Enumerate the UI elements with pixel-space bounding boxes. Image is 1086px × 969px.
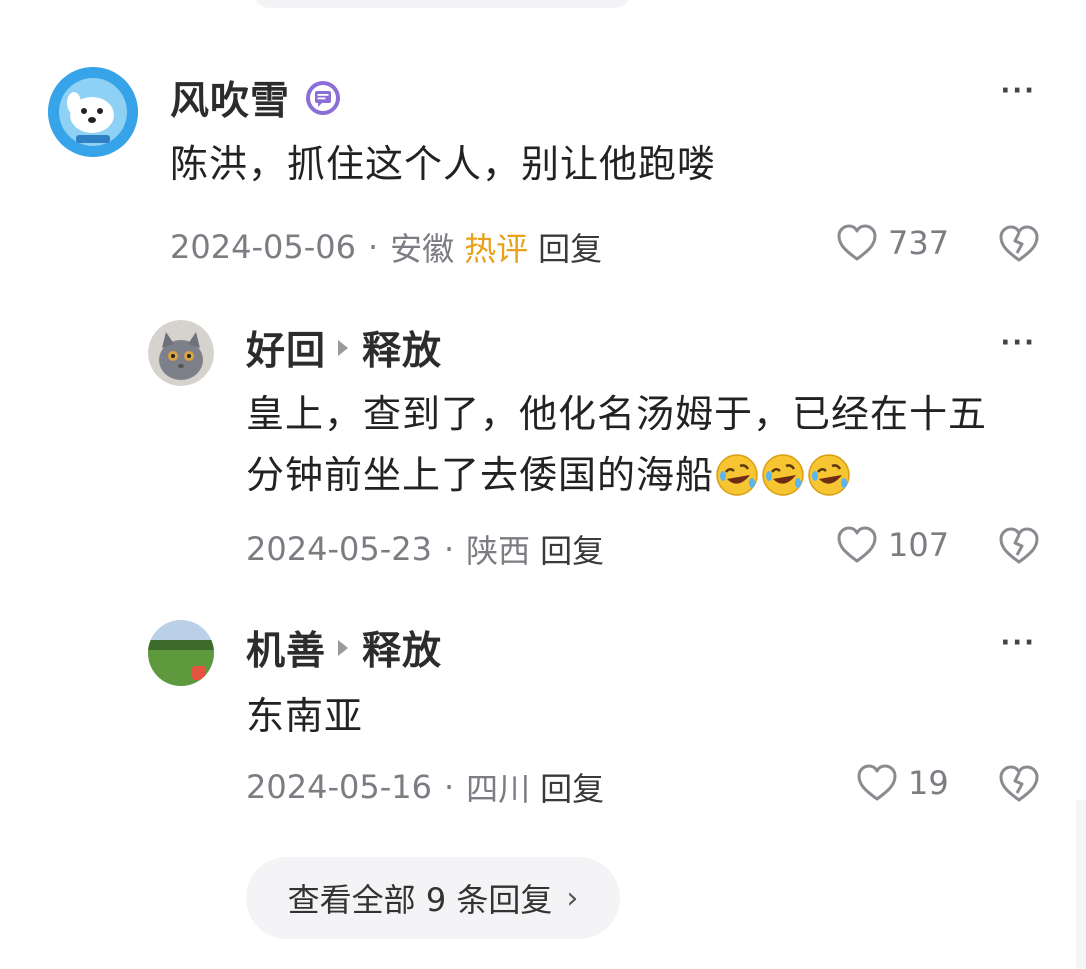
reply-meta: 2024-05-16 · 四川 回复 (246, 764, 604, 810)
broken-heart-icon (999, 527, 1039, 564)
heart-outline-icon (837, 526, 877, 563)
reply-location: 四川 (466, 770, 531, 808)
author-name[interactable]: 风吹雪 (170, 70, 290, 126)
reply-content-line-2: 分钟前坐上了去倭国的海船 (246, 445, 987, 506)
previous-section-pill (252, 0, 632, 8)
more-options-icon[interactable]: ··· (1000, 76, 1036, 106)
meta-separator: · (443, 530, 455, 568)
like-button[interactable]: 737 (836, 224, 949, 262)
reply-arrow-icon (338, 340, 349, 356)
like-count: 107 (888, 526, 950, 564)
view-all-replies-button[interactable]: 查看全部 9 条回复 › (246, 857, 620, 939)
reply-target-name[interactable]: 释放 (362, 620, 442, 676)
like-count: 737 (888, 224, 950, 262)
reply-date: 2024-05-23 (246, 530, 432, 568)
rolling-laughing-emoji-icon (808, 454, 850, 496)
author-row: 风吹雪 (170, 70, 342, 126)
hot-comment-badge: 热评 (464, 230, 529, 268)
dislike-button[interactable] (998, 527, 1040, 569)
avatar-jishan[interactable] (148, 620, 214, 686)
meta-separator: · (367, 228, 379, 266)
more-options-icon[interactable]: ··· (1000, 328, 1036, 358)
reply-content-line: 皇上，查到了，他化名汤姆于，已经在十五 (246, 392, 988, 436)
more-options-icon[interactable]: ··· (1000, 628, 1036, 658)
cat-avatar-icon (148, 320, 214, 386)
meta-separator: · (443, 768, 455, 806)
reply-button[interactable]: 回复 (538, 224, 602, 270)
dog-avatar-icon (48, 67, 138, 157)
reply-content: 东南亚 (246, 694, 364, 738)
reply-location: 陕西 (466, 532, 531, 570)
dislike-button[interactable] (998, 765, 1040, 807)
dislike-button[interactable] (998, 225, 1040, 267)
heart-outline-icon (857, 764, 897, 801)
rolling-laughing-emoji-icon (716, 454, 758, 496)
reply-button[interactable]: 回复 (540, 526, 604, 572)
rolling-laughing-emoji-icon (762, 454, 804, 496)
reply-content: 皇上，查到了，他化名汤姆于，已经在十五 分钟前坐上了去倭国的海船 (246, 384, 987, 506)
reply-author-name[interactable]: 好回 (246, 320, 326, 376)
avatar-fengchuixue[interactable] (48, 67, 138, 157)
comment-location: 安徽 (390, 230, 455, 268)
speech-bubble-badge-icon (304, 79, 342, 117)
comment-meta: 2024-05-06 · 安徽 热评 回复 (170, 224, 602, 270)
view-all-label: 查看全部 9 条回复 (287, 881, 553, 919)
reply-button[interactable]: 回复 (540, 764, 604, 810)
reply-meta: 2024-05-23 · 陕西 回复 (246, 526, 604, 572)
avatar-haohui[interactable] (148, 320, 214, 386)
like-button[interactable]: 107 (836, 526, 949, 564)
comment-date: 2024-05-06 (170, 228, 356, 266)
reply-author-name[interactable]: 机善 (246, 620, 326, 676)
reply-arrow-icon (338, 640, 349, 656)
broken-heart-icon (999, 225, 1039, 262)
reply-content-text: 分钟前坐上了去倭国的海船 (246, 453, 715, 497)
comment-content: 陈洪，抓住这个人，别让他跑喽 (170, 142, 717, 186)
reply-target-name[interactable]: 释放 (362, 320, 442, 376)
broken-heart-icon (999, 765, 1039, 802)
reply-date: 2024-05-16 (246, 768, 432, 806)
heart-outline-icon (837, 224, 877, 261)
like-button[interactable]: 19 (856, 764, 949, 802)
grass-photo-avatar-icon (148, 620, 214, 686)
chevron-right-icon: › (566, 880, 579, 916)
edge-shadow (1076, 800, 1086, 969)
like-count: 19 (908, 764, 949, 802)
reply-author-row: 好回 释放 (246, 320, 442, 376)
reply-author-row: 机善 释放 (246, 620, 442, 676)
